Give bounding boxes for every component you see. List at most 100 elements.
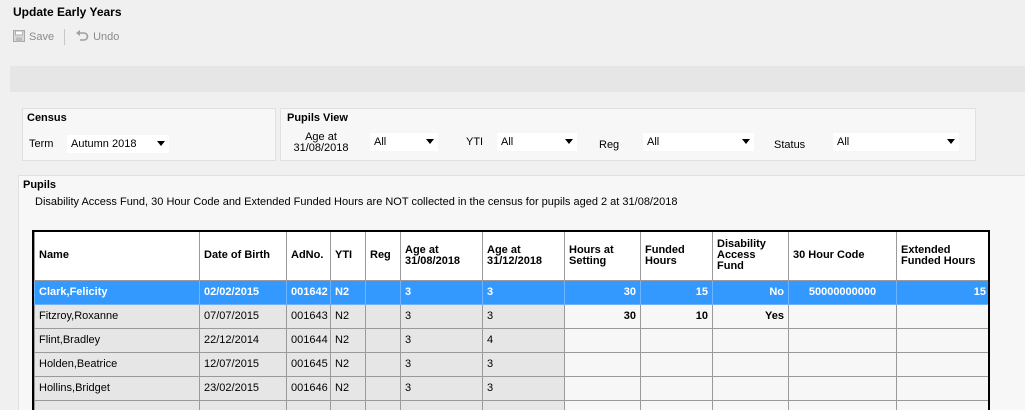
cell-name[interactable]: Hollins,Bridget	[34, 375, 200, 401]
table-row[interactable]: Fitzroy,Roxanne 07/07/2015 001643 N2 3 3…	[34, 303, 988, 329]
column-header[interactable]: Extended Funded Hours	[896, 232, 988, 281]
cell-reg[interactable]	[365, 279, 401, 305]
cell-funded-hours[interactable]	[640, 327, 713, 353]
chevron-down-icon	[742, 139, 750, 144]
cell-age-dec[interactable]: 3	[482, 375, 565, 401]
cell-adno[interactable]: 001643	[286, 303, 331, 329]
table-row[interactable]: Flint,Bradley 22/12/2014 001644 N2 3 4	[34, 327, 988, 353]
cell-yti[interactable]: N2	[330, 351, 366, 377]
pupils-grid[interactable]: Name Date of Birth AdNo. YTI Reg Age at …	[32, 230, 990, 410]
cell-extended-funded-hours[interactable]	[896, 327, 988, 353]
column-header[interactable]: YTI	[330, 232, 366, 281]
age-filter-label-line2: 31/08/2018	[293, 142, 349, 154]
cell-disability-access-fund[interactable]: No	[712, 279, 789, 305]
cell-30-hour-code[interactable]	[788, 375, 897, 401]
cell-name[interactable]: Flint,Bradley	[34, 327, 200, 353]
cell-name[interactable]: Clark,Felicity	[34, 279, 200, 305]
cell-reg[interactable]	[365, 351, 401, 377]
pupils-note: Disability Access Fund, 30 Hour Code and…	[35, 196, 678, 208]
cell-extended-funded-hours[interactable]	[896, 351, 988, 377]
reg-filter-value: All	[647, 136, 660, 148]
cell-age-aug[interactable]: 3	[400, 375, 483, 401]
cell-adno[interactable]: 001642	[286, 279, 331, 305]
column-header[interactable]: Funded Hours	[640, 232, 713, 281]
column-header[interactable]: AdNo.	[286, 232, 331, 281]
cell-disability-access-fund[interactable]	[712, 375, 789, 401]
column-header[interactable]: Disability Access Fund	[712, 232, 789, 281]
cell-30-hour-code[interactable]	[788, 303, 897, 329]
cell-age-aug[interactable]: 3	[400, 279, 483, 305]
cell-reg[interactable]	[365, 375, 401, 401]
age-filter-dropdown[interactable]: All	[370, 133, 438, 151]
cell-yti[interactable]: N2	[330, 279, 366, 305]
cell-disability-access-fund[interactable]	[712, 351, 789, 377]
cell-funded-hours[interactable]	[640, 375, 713, 401]
cell-dob[interactable]: 12/07/2015	[199, 351, 287, 377]
cell-adno[interactable]: 001645	[286, 351, 331, 377]
column-header[interactable]: Date of Birth	[199, 232, 287, 281]
chevron-down-icon	[565, 139, 573, 144]
cell-hours-at-setting[interactable]: 30	[564, 279, 641, 305]
cell-age-aug[interactable]: 3	[400, 351, 483, 377]
term-value: Autumn 2018	[71, 138, 137, 150]
column-header[interactable]: Age at 31/12/2018	[482, 232, 565, 281]
cell-disability-access-fund[interactable]: Yes	[712, 303, 789, 329]
cell-30-hour-code[interactable]	[788, 327, 897, 353]
table-row[interactable]	[34, 399, 988, 410]
cell-funded-hours[interactable]: 10	[640, 303, 713, 329]
cell-30-hour-code[interactable]: 50000000000	[788, 279, 897, 305]
cell-dob[interactable]: 02/02/2015	[199, 279, 287, 305]
status-filter-dropdown[interactable]: All	[833, 133, 959, 151]
chevron-down-icon	[426, 139, 434, 144]
cell-yti[interactable]: N2	[330, 303, 366, 329]
census-title: Census	[27, 112, 67, 124]
undo-button[interactable]: Undo	[72, 29, 122, 45]
cell-yti[interactable]: N2	[330, 375, 366, 401]
yti-filter-dropdown[interactable]: All	[497, 133, 577, 151]
cell-dob[interactable]: 07/07/2015	[199, 303, 287, 329]
cell-funded-hours[interactable]	[640, 351, 713, 377]
column-header[interactable]: Reg	[365, 232, 401, 281]
cell-extended-funded-hours[interactable]	[896, 375, 988, 401]
cell-name[interactable]: Fitzroy,Roxanne	[34, 303, 200, 329]
cell-name[interactable]: Holden,Beatrice	[34, 351, 200, 377]
cell-reg[interactable]	[365, 303, 401, 329]
cell-hours-at-setting[interactable]: 30	[564, 303, 641, 329]
save-button[interactable]: Save	[10, 29, 57, 45]
cell-age-aug[interactable]: 3	[400, 327, 483, 353]
column-header[interactable]: 30 Hour Code	[788, 232, 897, 281]
table-row-selected[interactable]: Clark,Felicity 02/02/2015 001642 N2 3 3 …	[34, 279, 988, 305]
pupils-view-title: Pupils View	[287, 112, 348, 124]
reg-filter-dropdown[interactable]: All	[643, 133, 754, 151]
cell-age-dec[interactable]: 3	[482, 279, 565, 305]
cell-30-hour-code[interactable]	[788, 351, 897, 377]
cell-dob[interactable]: 22/12/2014	[199, 327, 287, 353]
column-header[interactable]: Name	[34, 232, 200, 281]
column-header[interactable]: Hours at Setting	[564, 232, 641, 281]
toolbar: Save Undo	[10, 26, 122, 48]
cell-reg[interactable]	[365, 327, 401, 353]
cell-hours-at-setting[interactable]	[564, 327, 641, 353]
cell-age-dec[interactable]: 3	[482, 351, 565, 377]
yti-filter-value: All	[501, 136, 514, 148]
cell-disability-access-fund[interactable]	[712, 327, 789, 353]
status-filter-label: Status	[774, 139, 806, 151]
page-title: Update Early Years	[13, 5, 122, 19]
cell-extended-funded-hours[interactable]: 15	[896, 279, 988, 305]
cell-extended-funded-hours[interactable]	[896, 303, 988, 329]
cell-hours-at-setting[interactable]	[564, 351, 641, 377]
cell-yti[interactable]: N2	[330, 327, 366, 353]
column-header[interactable]: Age at 31/08/2018	[400, 232, 483, 281]
cell-adno[interactable]: 001644	[286, 327, 331, 353]
cell-age-dec[interactable]: 4	[482, 327, 565, 353]
cell-adno[interactable]: 001646	[286, 375, 331, 401]
table-row[interactable]: Holden,Beatrice 12/07/2015 001645 N2 3 3	[34, 351, 988, 377]
table-row[interactable]: Hollins,Bridget 23/02/2015 001646 N2 3 3	[34, 375, 988, 401]
term-dropdown[interactable]: Autumn 2018	[67, 135, 169, 153]
cell-dob[interactable]: 23/02/2015	[199, 375, 287, 401]
cell-funded-hours[interactable]: 15	[640, 279, 713, 305]
cell-age-dec[interactable]: 3	[482, 303, 565, 329]
cell-age-aug[interactable]: 3	[400, 303, 483, 329]
yti-filter-label: YTI	[466, 136, 484, 148]
cell-hours-at-setting[interactable]	[564, 375, 641, 401]
